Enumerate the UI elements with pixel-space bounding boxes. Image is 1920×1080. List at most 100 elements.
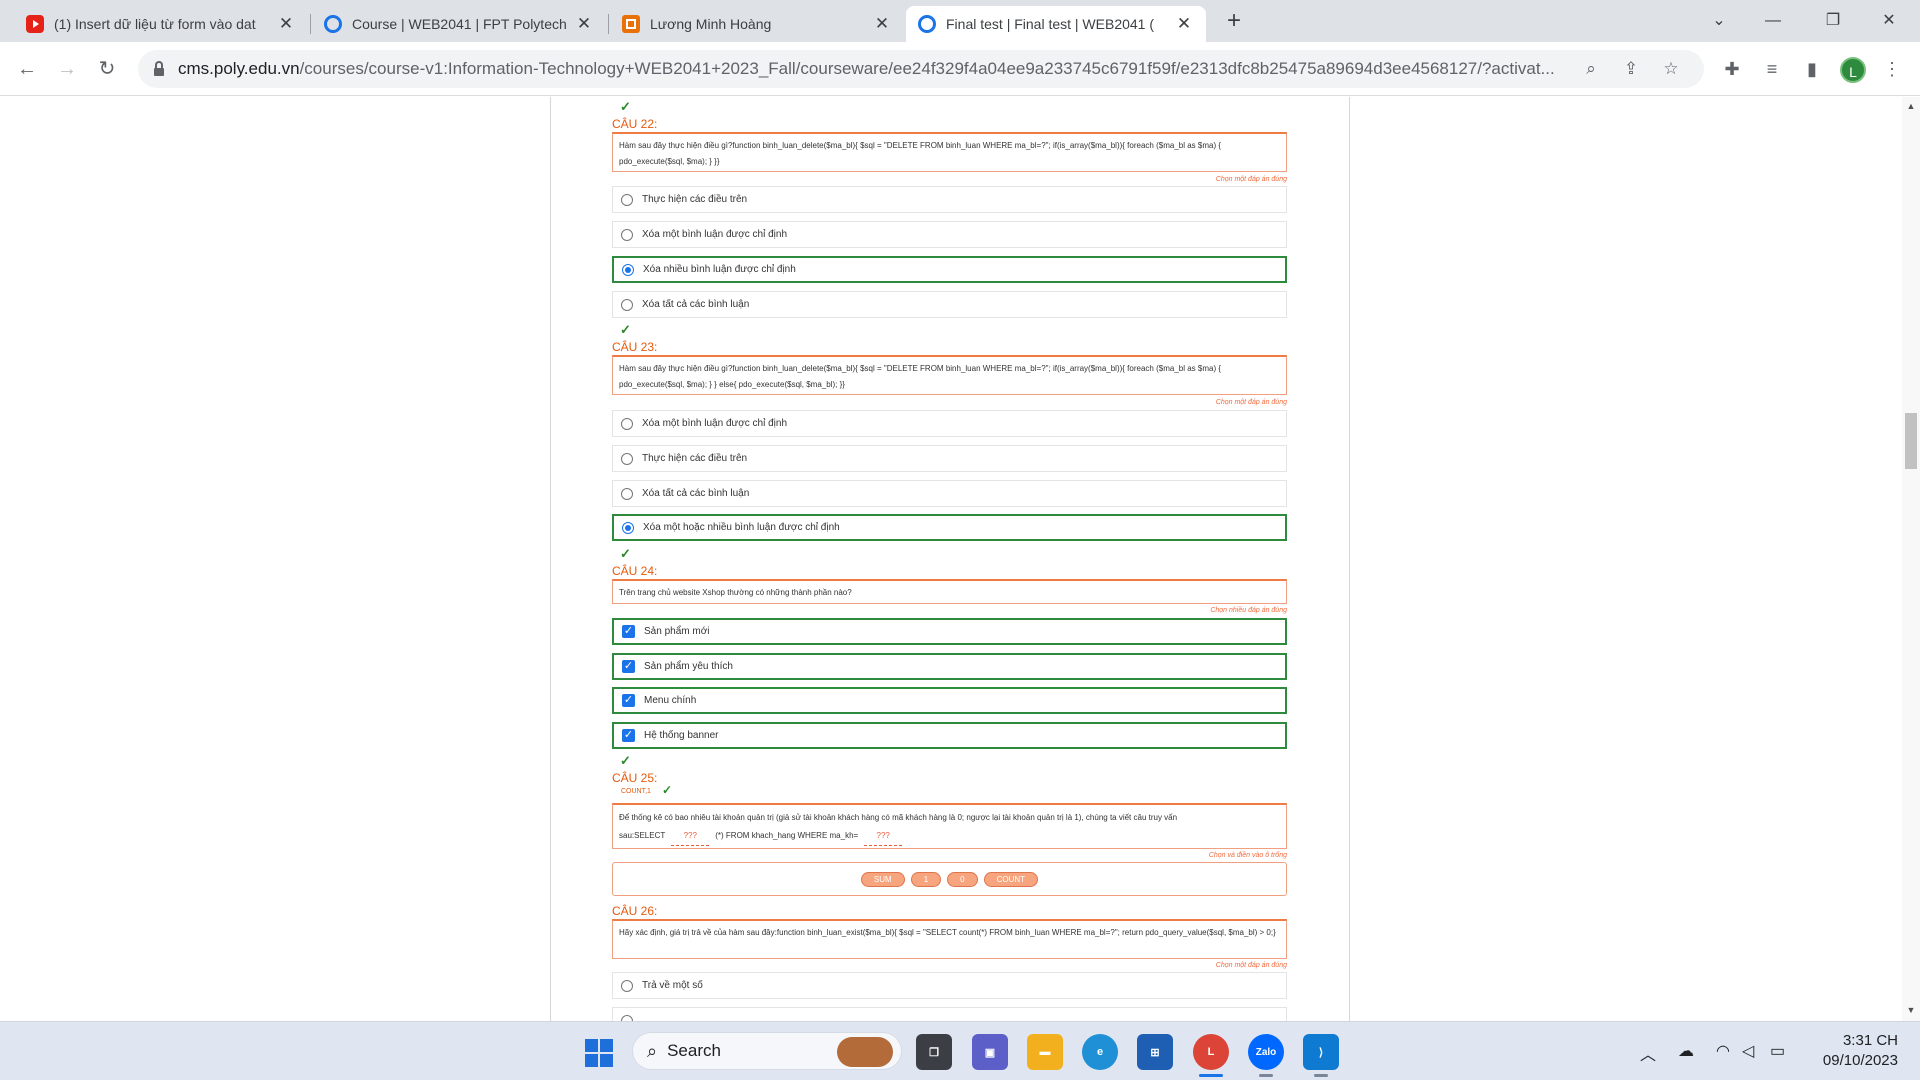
menu-kebab-icon[interactable]: ⋮ [1880,57,1904,81]
minimize-icon[interactable]: — [1750,6,1796,36]
scroll-thumb[interactable] [1905,413,1917,469]
scroll-up-arrow-icon[interactable]: ▲ [1906,101,1916,111]
window-close-icon[interactable]: ✕ [1866,6,1912,36]
edge-browser-icon[interactable]: e [1082,1034,1118,1070]
tab-title: Lương Minh Hoàng [650,16,772,32]
zalo-app-icon[interactable]: Zalo [1248,1034,1284,1070]
wifi-icon[interactable]: ◠ [1716,1041,1730,1061]
forward-arrow-icon[interactable]: → [52,54,82,84]
address-bar[interactable]: cms.poly.edu.vn/courses/course-v1:Inform… [138,50,1704,88]
radio-button[interactable] [621,487,633,500]
radio-button[interactable] [621,417,633,430]
tab-youtube[interactable]: (1) Insert dữ liệu từ form vào dat ✕ [14,6,308,42]
question-hint: Chọn một đáp án đúng [1215,399,1287,406]
windows-start-icon[interactable] [585,1039,613,1067]
close-icon[interactable]: ✕ [872,14,892,34]
radio-button[interactable] [621,979,633,992]
question-text: Trên trang chủ website Xshop thường có n… [612,579,1287,604]
checkbox-checked-icon[interactable]: ✓ [622,694,635,707]
restore-icon[interactable]: ❐ [1810,6,1856,36]
volume-icon[interactable]: ◁ [1742,1041,1754,1061]
microsoft-store-icon[interactable]: ⊞ [1137,1034,1173,1070]
teams-chat-icon[interactable]: ▣ [972,1034,1008,1070]
checkbox-checked-icon[interactable]: ✓ [622,729,635,742]
checkbox-checked-icon[interactable]: ✓ [622,660,635,673]
submitted-answer: COUNT,1 [621,788,651,795]
url-host: cms.poly.edu.vn [178,59,300,78]
reload-icon[interactable]: ↻ [92,54,122,84]
word-chip[interactable]: 0 [947,871,978,887]
zoom-icon[interactable]: ⌕ [1580,58,1602,80]
tab-search-chevron-icon[interactable]: ⌄ [1696,6,1742,36]
tab-separator [608,14,609,34]
radio-button-checked[interactable] [622,521,634,534]
url-path: /courses/course-v1:Information-Technolog… [299,59,1555,78]
blank-input-1[interactable]: ??? [671,827,710,846]
radio-button-checked[interactable] [622,263,634,276]
scroll-down-arrow-icon[interactable]: ▼ [1906,1005,1916,1015]
correct-check-icon: ✓ [620,753,631,768]
close-icon[interactable]: ✕ [276,14,296,34]
task-view-icon[interactable]: ❐ [916,1034,952,1070]
running-app-indicator [1314,1074,1328,1077]
tab-profile[interactable]: Lương Minh Hoàng ✕ [610,6,904,42]
tray-chevron-up-icon[interactable]: ︿ [1640,1041,1656,1065]
media-queue-icon[interactable]: ≡ [1760,57,1784,81]
radio-button[interactable] [621,228,633,241]
word-bank: SUM 1 0 COUNT [612,862,1287,896]
question-text-c: (*) FROM khach_hang WHERE ma_kh= [715,831,859,840]
side-panel-icon[interactable]: ▮ [1800,57,1824,81]
answer-option-selected[interactable]: ✓ Menu chính [612,687,1287,714]
course-ring-icon [324,15,342,33]
radio-button[interactable] [621,452,633,465]
option-label: Xóa tất cả các bình luận [642,299,750,310]
vscode-icon[interactable]: ⟩ [1303,1034,1339,1070]
close-icon[interactable]: ✕ [1174,14,1194,34]
page-scrollbar[interactable]: ▲ ▼ [1902,97,1920,1021]
share-icon[interactable]: ⇪ [1620,58,1642,80]
option-label: Hệ thống banner [644,730,719,741]
answer-option[interactable]: Xóa một bình luận được chỉ định [612,221,1287,248]
word-chip[interactable]: COUNT [983,871,1039,887]
checkbox-checked-icon[interactable]: ✓ [622,625,635,638]
close-icon[interactable]: ✕ [574,14,594,34]
option-label: Xóa một hoặc nhiều bình luận được chỉ đị… [643,522,840,533]
lock-icon[interactable] [154,60,164,76]
answer-option[interactable]: Xóa tất cả các bình luận [612,480,1287,507]
bookmark-star-icon[interactable]: ☆ [1660,58,1682,80]
blank-input-2[interactable]: ??? [864,827,903,846]
search-label: Search [667,1041,721,1060]
answer-option-selected[interactable]: Xóa một hoặc nhiều bình luận được chỉ đị… [612,514,1287,541]
onedrive-cloud-icon[interactable]: ☁ [1678,1041,1694,1061]
box-icon [622,15,640,33]
answer-option-selected[interactable]: ✓ Hệ thống banner [612,722,1287,749]
chrome-browser-icon[interactable]: L [1193,1034,1229,1070]
tab-final-test[interactable]: Final test | Final test | WEB2041 ( ✕ [906,6,1206,42]
answer-option[interactable] [612,1007,1287,1021]
answer-option-selected[interactable]: ✓ Sản phẩm mới [612,618,1287,645]
file-explorer-icon[interactable]: ▬ [1027,1034,1063,1070]
answer-option[interactable]: Xóa một bình luận được chỉ định [612,410,1287,437]
tab-course[interactable]: Course | WEB2041 | FPT Polytech ✕ [312,6,606,42]
answer-option[interactable]: Thực hiện các điều trên [612,445,1287,472]
profile-avatar[interactable]: L [1840,57,1866,83]
battery-icon[interactable]: ▭ [1770,1041,1785,1061]
question-hint: Chọn nhiều đáp án đúng [1210,607,1287,614]
radio-button[interactable] [621,298,633,311]
answer-option[interactable]: Xóa tất cả các bình luận [612,291,1287,318]
answer-option-selected[interactable]: ✓ Sản phẩm yêu thích [612,653,1287,680]
word-chip[interactable]: 1 [910,871,942,887]
system-clock[interactable]: 3:31 CH 09/10/2023 [1818,1031,1898,1071]
answer-option[interactable]: Trả về một số [612,972,1287,999]
answer-option-selected[interactable]: Xóa nhiều bình luận được chỉ định [612,256,1287,283]
tab-title: (1) Insert dữ liệu từ form vào dat [54,16,256,32]
extensions-puzzle-icon[interactable]: ✚ [1720,57,1744,81]
radio-button[interactable] [621,193,633,206]
answer-option[interactable]: Thực hiện các điều trên [612,186,1287,213]
word-chip[interactable]: SUM [860,871,905,887]
new-tab-plus-icon[interactable]: + [1220,8,1248,36]
back-arrow-icon[interactable]: ← [12,54,42,84]
clock-time: 3:31 CH [1842,1032,1898,1049]
taskbar-search[interactable]: ⌕ Search [632,1032,902,1070]
url-text[interactable]: cms.poly.edu.vn/courses/course-v1:Inform… [178,59,1598,79]
